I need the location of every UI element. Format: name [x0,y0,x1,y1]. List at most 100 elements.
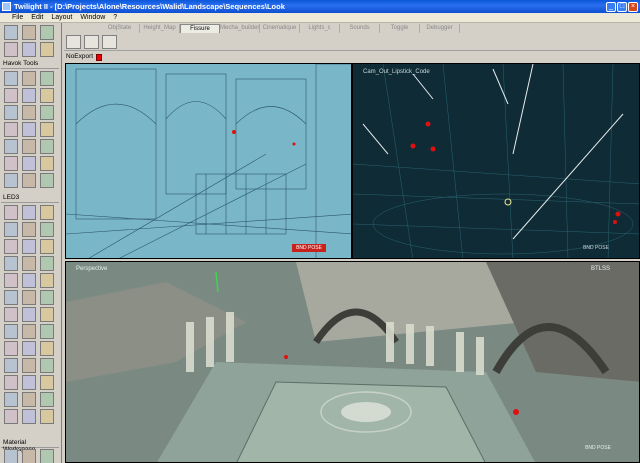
tool-button[interactable] [40,409,54,424]
tab-height-map[interactable]: Height_Map [140,24,180,33]
viewport-top-left[interactable]: BND POSE [65,63,352,259]
tool-button[interactable] [40,307,54,322]
tool-button[interactable] [4,341,18,356]
tool-button[interactable] [4,449,18,463]
tool-button[interactable] [22,88,36,103]
menu-edit[interactable]: Edit [31,14,43,21]
tool-button[interactable] [40,88,54,103]
maximize-button[interactable]: □ [617,1,627,12]
tool-button[interactable] [40,341,54,356]
tool-button[interactable] [22,105,36,120]
tool-button[interactable] [22,341,36,356]
tool-button[interactable] [4,358,18,373]
tab-debugger[interactable]: Debugger [420,24,460,33]
tool-button[interactable] [40,239,54,254]
viewport-bottom[interactable]: Perspective BTLSS BND POSE [65,261,640,463]
wireframe-scene [66,64,351,258]
tool-button[interactable] [40,449,54,463]
tool-button[interactable] [4,122,18,137]
tool-button[interactable] [4,273,18,288]
tab-mecha-builder[interactable]: Mecha_builder [220,24,260,33]
tool-button[interactable] [22,324,36,339]
tool-button[interactable] [4,105,18,120]
tool-button[interactable] [22,273,36,288]
tool-button[interactable] [40,122,54,137]
tab-objstate[interactable]: ObjState [100,24,140,33]
tool-button[interactable] [40,105,54,120]
tool-button[interactable] [4,409,18,424]
tool-button[interactable] [4,324,18,339]
tool-button[interactable] [40,256,54,271]
tool-button[interactable] [22,358,36,373]
tool-button[interactable] [40,324,54,339]
tool-button[interactable] [4,290,18,305]
tool-button[interactable] [4,139,18,154]
tool-button[interactable] [22,290,36,305]
noexport-label: NoExport [66,53,94,60]
tool-button[interactable] [40,205,54,220]
tool-button[interactable] [40,42,54,57]
tool-button[interactable] [40,290,54,305]
noexport-flag-icon[interactable] [96,54,102,61]
tool-button[interactable] [22,409,36,424]
tool-button[interactable] [40,25,54,40]
tool-button[interactable] [40,173,54,188]
tool-button[interactable] [40,375,54,390]
viewport-top-right[interactable]: Cam_Out_Lipstick_Code BND POSE [352,63,640,259]
tool-button[interactable] [40,358,54,373]
tool-button[interactable] [22,122,36,137]
tool-button[interactable] [40,273,54,288]
led3-label: LED3 [1,194,59,203]
tool-button[interactable] [22,173,36,188]
tool-button[interactable] [4,42,18,57]
tool-button[interactable] [40,71,54,86]
tool-button[interactable] [22,156,36,171]
menu-window[interactable]: Window [80,14,105,21]
close-button[interactable]: × [628,1,638,12]
tool-button[interactable] [4,375,18,390]
main-toolbar: ObjState Height_Map Fissure Mecha_builder Ci… [64,23,640,51]
tool-button[interactable] [4,205,18,220]
tool-button[interactable] [22,375,36,390]
tool-button[interactable] [4,239,18,254]
tool-button[interactable] [22,392,36,407]
grid-tool-button[interactable] [102,35,117,49]
menu-file[interactable]: File [12,14,23,21]
minimize-button[interactable]: _ [606,1,616,12]
tool-button[interactable] [40,156,54,171]
tab-strip: ObjState Height_Map Fissure Mecha_builder Ci… [100,24,460,33]
tool-button[interactable] [4,71,18,86]
tool-button[interactable] [4,88,18,103]
camera-scene [353,64,639,258]
target-tool-button[interactable] [84,35,99,49]
tool-button[interactable] [40,392,54,407]
tool-button[interactable] [22,222,36,237]
tool-button[interactable] [22,42,36,57]
tool-button[interactable] [22,139,36,154]
tool-button[interactable] [4,25,18,40]
tool-button[interactable] [4,392,18,407]
tool-button[interactable] [22,71,36,86]
tool-button[interactable] [22,307,36,322]
tool-button[interactable] [22,205,36,220]
tool-button[interactable] [22,449,36,463]
tab-lights-c[interactable]: Lights_c [300,24,340,33]
tool-button[interactable] [22,239,36,254]
tab-toggle[interactable]: Toggle [380,24,420,33]
select-tool-button[interactable] [66,35,81,49]
menu-help[interactable]: ? [113,14,117,21]
tab-cinematique[interactable]: Cinematique [260,24,300,33]
tab-fissure[interactable]: Fissure [180,24,220,33]
noexport-bar: NoExport [64,53,640,63]
tool-button[interactable] [4,173,18,188]
tool-button[interactable] [40,222,54,237]
tool-button[interactable] [4,256,18,271]
tab-sounds[interactable]: Sounds [340,24,380,33]
tool-button[interactable] [40,139,54,154]
tool-button[interactable] [22,256,36,271]
tool-button[interactable] [4,156,18,171]
tool-button[interactable] [22,25,36,40]
menu-layout[interactable]: Layout [51,14,72,21]
tool-button[interactable] [4,307,18,322]
tool-button[interactable] [4,222,18,237]
